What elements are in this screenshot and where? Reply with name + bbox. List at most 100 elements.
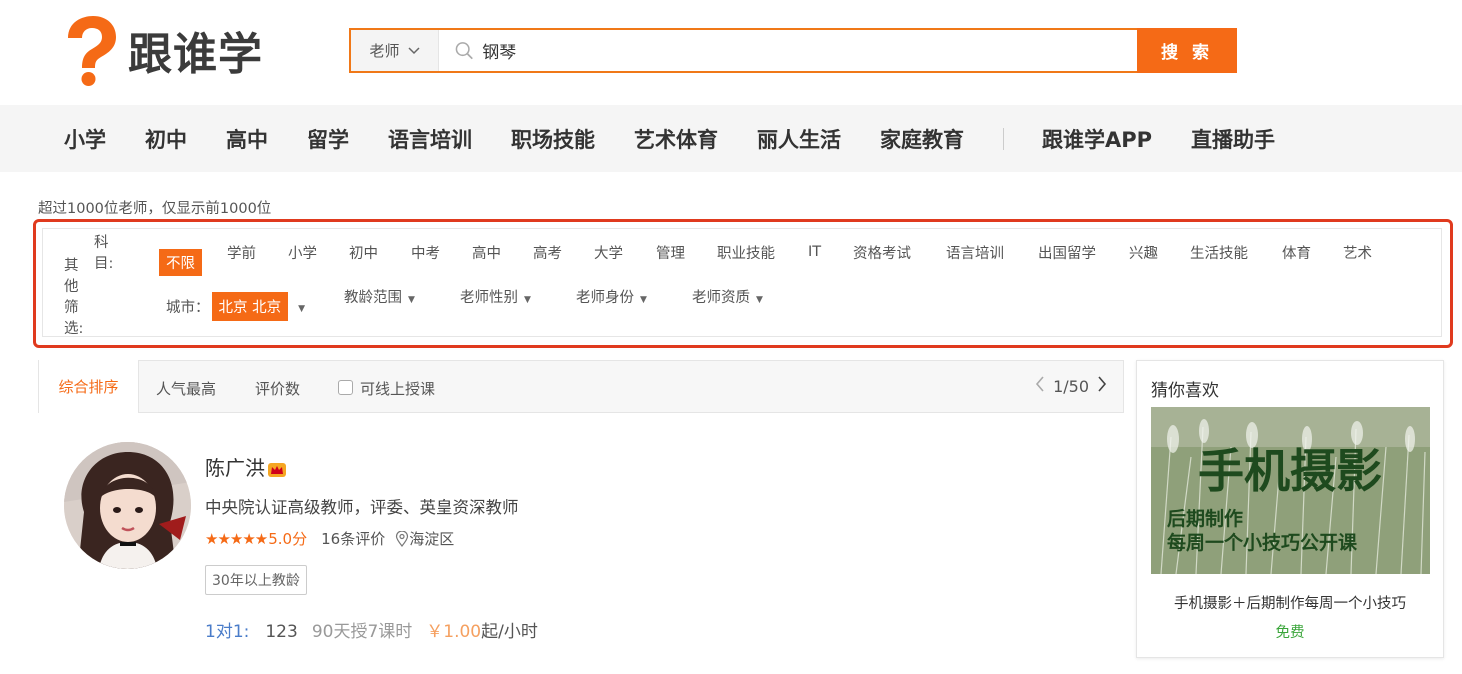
chevron-left-icon[interactable] xyxy=(1035,376,1045,397)
subject-option[interactable]: 体育 xyxy=(1282,242,1311,263)
nav-item-beauty[interactable]: 丽人生活 xyxy=(757,124,841,154)
teaching-years-dropdown[interactable]: 教龄范围 ▼ xyxy=(344,286,415,307)
nav-item-senior[interactable]: 高中 xyxy=(226,124,268,154)
pagination: 1/50 xyxy=(1035,376,1107,397)
teacher-location: 海淀区 xyxy=(395,528,454,549)
site-logo[interactable]: 跟谁学 xyxy=(60,14,263,86)
question-mark-logo-icon xyxy=(68,16,116,86)
other-filter-label: 其他筛选: xyxy=(64,258,84,337)
city-value[interactable]: 北京 北京 xyxy=(211,292,289,321)
logo-text: 跟谁学 xyxy=(128,29,263,80)
subject-option[interactable]: 高考 xyxy=(533,242,562,263)
search-bar: 老师 搜 索 xyxy=(349,28,1237,73)
caret-down-icon: ▼ xyxy=(524,294,531,305)
rating-stars: ★★★★★ xyxy=(205,529,268,548)
subject-option[interactable]: IT xyxy=(808,244,821,260)
online-checkbox-label[interactable]: 可线上授课 xyxy=(360,378,435,399)
teacher-rating-row: ★★★★★ 5.0分 16条评价 海淀区 xyxy=(205,528,454,549)
banner-line-1: 后期制作 xyxy=(1167,507,1243,530)
sort-tab-reviews[interactable]: 评价数 xyxy=(255,378,300,399)
location-text: 海淀区 xyxy=(409,530,455,548)
price-amount: ￥1.00 xyxy=(426,622,482,642)
search-field xyxy=(439,30,1137,71)
subject-option[interactable]: 资格考试 xyxy=(853,242,911,263)
nav-item-career[interactable]: 职场技能 xyxy=(511,124,595,154)
subject-option[interactable]: 艺术 xyxy=(1343,242,1372,263)
student-count: 123 xyxy=(265,622,298,642)
review-count[interactable]: 16条评价 xyxy=(321,528,385,549)
main-nav: 小学 初中 高中 留学 语言培训 职场技能 艺术体育 丽人生活 家庭教育 跟谁学… xyxy=(0,105,1462,172)
subject-option[interactable]: 大学 xyxy=(594,242,623,263)
recommend-course-title[interactable]: 手机摄影＋后期制作每周一个小技巧 xyxy=(1137,592,1443,613)
nav-divider xyxy=(1003,127,1004,150)
teacher-gender-dropdown[interactable]: 老师性别 ▼ xyxy=(460,286,531,307)
subject-option[interactable]: 高中 xyxy=(472,242,501,263)
one-on-one-label[interactable]: 1对1: xyxy=(205,617,249,642)
recommend-title: 猜你喜欢 xyxy=(1151,381,1219,401)
avatar-image xyxy=(64,442,191,569)
recommend-sidebar: 猜你喜欢 手机摄影 后期制作 每周一个小技巧公开课 手机摄影＋后期制作每周一个小… xyxy=(1136,360,1444,658)
search-button[interactable]: 搜 索 xyxy=(1137,28,1237,73)
dropdown-label: 老师资质 xyxy=(692,289,750,306)
subject-option[interactable]: 小学 xyxy=(288,242,317,263)
banner-line-2: 每周一个小技巧公开课 xyxy=(1167,531,1358,554)
teacher-identity-dropdown[interactable]: 老师身份 ▼ xyxy=(576,286,647,307)
nav-item-live-assistant[interactable]: 直播助手 xyxy=(1191,124,1275,154)
teacher-qualification-dropdown[interactable]: 老师资质 ▼ xyxy=(692,286,763,307)
teacher-name[interactable]: 陈广洪 xyxy=(205,452,287,481)
experience-tag: 30年以上教龄 xyxy=(205,565,307,595)
dropdown-label: 老师性别 xyxy=(460,289,518,306)
price-unit: 起/小时 xyxy=(481,622,538,642)
subject-option[interactable]: 生活技能 xyxy=(1190,242,1248,263)
caret-down-icon: ▼ xyxy=(298,303,306,314)
crown-icon xyxy=(268,462,286,477)
chevron-down-icon xyxy=(407,44,420,58)
nav-item-primary[interactable]: 小学 xyxy=(64,124,106,154)
course-banner: 手机摄影 后期制作 每周一个小技巧公开课 xyxy=(1151,407,1430,574)
online-checkbox[interactable] xyxy=(338,380,353,395)
search-type-select[interactable]: 老师 xyxy=(351,30,439,71)
recommend-course-image[interactable]: 手机摄影 后期制作 每周一个小技巧公开课 xyxy=(1151,407,1430,574)
caret-down-icon: ▼ xyxy=(408,294,415,305)
subject-option[interactable]: 中考 xyxy=(411,242,440,263)
sort-tab-default[interactable]: 综合排序 xyxy=(39,360,139,413)
dropdown-label: 老师身份 xyxy=(576,289,634,306)
subject-option[interactable]: 管理 xyxy=(656,242,685,263)
teacher-name-text: 陈广洪 xyxy=(205,456,265,480)
nav-item-family[interactable]: 家庭教育 xyxy=(880,124,964,154)
sort-bar: 综合排序 人气最高 评价数 可线上授课 1/50 xyxy=(38,360,1124,413)
location-pin-icon xyxy=(396,530,409,547)
nav-item-arts-sports[interactable]: 艺术体育 xyxy=(634,124,718,154)
course-price-row: 1对1: 123 90天授7课时 ￥1.00 起/小时 xyxy=(205,617,538,642)
city-label: 城市： xyxy=(166,300,210,316)
caret-down-icon: ▼ xyxy=(640,294,647,305)
nav-item-junior[interactable]: 初中 xyxy=(145,124,187,154)
rating-score: 5.0分 xyxy=(268,530,308,548)
search-type-label: 老师 xyxy=(369,42,400,60)
sort-tab-popular[interactable]: 人气最高 xyxy=(156,378,216,399)
subject-option[interactable]: 兴趣 xyxy=(1129,242,1158,263)
search-input[interactable] xyxy=(482,40,1137,61)
nav-item-app[interactable]: 跟谁学APP xyxy=(1042,124,1152,154)
recommend-course-price: 免费 xyxy=(1275,625,1305,641)
subject-option[interactable]: 初中 xyxy=(349,242,378,263)
chevron-right-icon[interactable] xyxy=(1097,376,1107,397)
filter-panel: 科目: 不限 学前 小学 初中 中考 高中 高考 大学 管理 职业技能 IT 资… xyxy=(33,219,1453,348)
city-dropdown-toggle[interactable]: ▼ xyxy=(292,299,305,315)
banner-title: 手机摄影 xyxy=(1198,444,1382,498)
search-icon xyxy=(455,41,473,59)
filter-panel-inner: 科目: 不限 学前 小学 初中 中考 高中 高考 大学 管理 职业技能 IT 资… xyxy=(42,228,1442,337)
teacher-avatar[interactable] xyxy=(64,442,191,569)
dropdown-label: 教龄范围 xyxy=(344,289,402,306)
subject-option[interactable]: 学前 xyxy=(227,242,256,263)
subject-option[interactable]: 职业技能 xyxy=(717,242,775,263)
city-filter: 城市： 北京 北京 ▼ xyxy=(166,292,305,321)
nav-item-language[interactable]: 语言培训 xyxy=(388,124,472,154)
nav-item-abroad[interactable]: 留学 xyxy=(307,124,349,154)
page-indicator: 1/50 xyxy=(1053,377,1089,396)
subject-option-all[interactable]: 不限 xyxy=(159,249,202,276)
subject-option[interactable]: 语言培训 xyxy=(946,242,1004,263)
subject-label: 科目: xyxy=(94,235,114,272)
subject-option[interactable]: 出国留学 xyxy=(1038,242,1096,263)
result-notice: 超过1000位老师，仅显示前1000位 xyxy=(38,201,272,217)
